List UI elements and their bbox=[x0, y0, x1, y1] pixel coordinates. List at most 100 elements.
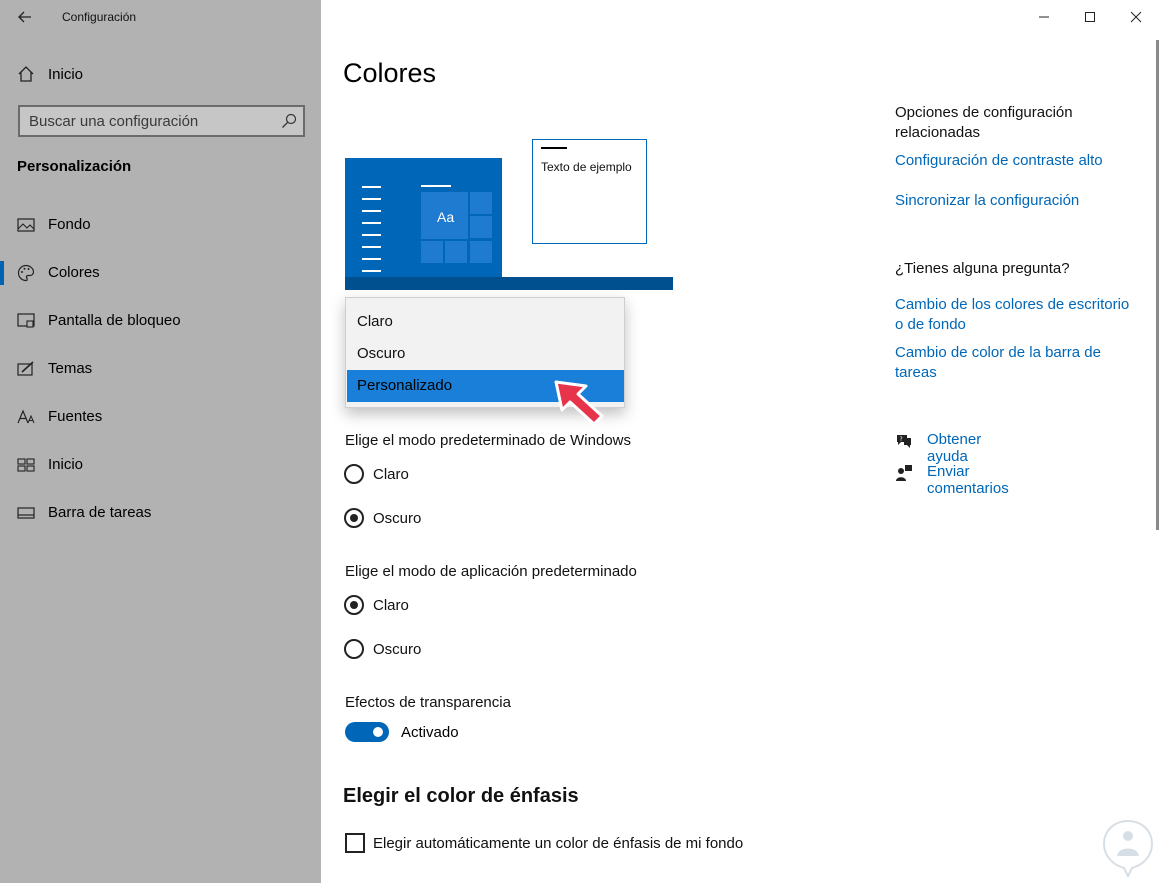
back-arrow-icon bbox=[18, 11, 31, 23]
preview-tile bbox=[470, 216, 492, 238]
radio-dot bbox=[350, 514, 358, 522]
search-icon[interactable] bbox=[281, 113, 297, 129]
picture-icon bbox=[17, 218, 35, 232]
taskbar-icon bbox=[17, 507, 35, 519]
preview-menu-line bbox=[362, 234, 381, 236]
windows-mode-claro-radio[interactable]: Claro bbox=[344, 462, 544, 486]
preview-menu-line bbox=[362, 186, 381, 188]
font-icon bbox=[17, 409, 35, 424]
minimize-button[interactable] bbox=[1021, 0, 1067, 34]
preview-menu-line bbox=[362, 258, 381, 260]
sidebar-item-barra-de-tareas[interactable]: Barra de tareas bbox=[0, 493, 321, 533]
radio-circle bbox=[344, 508, 364, 528]
radio-label: Oscuro bbox=[373, 510, 422, 527]
start-icon bbox=[17, 458, 35, 472]
transparency-toggle[interactable] bbox=[345, 722, 389, 742]
sidebar-home-label: Inicio bbox=[48, 66, 84, 83]
sidebar-item-label: Inicio bbox=[48, 456, 84, 473]
sidebar-item-inicio[interactable]: Inicio bbox=[0, 445, 321, 485]
selected-indicator bbox=[0, 261, 4, 285]
radio-label: Claro bbox=[373, 466, 409, 483]
maximize-icon bbox=[1085, 12, 1095, 22]
dropdown-option-claro[interactable]: Claro bbox=[347, 306, 624, 338]
preview-window: Texto de ejemplo bbox=[532, 139, 647, 244]
app-mode-label: Elige el modo de aplicación predetermina… bbox=[345, 563, 637, 580]
preview-taskbar bbox=[345, 277, 673, 290]
sidebar-item-colores[interactable]: Colores bbox=[0, 253, 321, 293]
help-chat-icon: ? bbox=[897, 435, 911, 448]
app-mode-oscuro-radio[interactable]: Oscuro bbox=[344, 637, 544, 661]
radio-circle bbox=[344, 464, 364, 484]
preview-tile-text: Aa bbox=[437, 209, 455, 225]
accent-heading: Elegir el color de énfasis bbox=[343, 785, 579, 807]
preview-menu-line bbox=[362, 270, 381, 272]
svg-text:?: ? bbox=[900, 436, 903, 443]
home-icon bbox=[18, 66, 34, 82]
radio-circle bbox=[344, 639, 364, 659]
sidebar-item-fuentes[interactable]: Fuentes bbox=[0, 397, 321, 437]
preview-tile bbox=[421, 241, 443, 263]
app-title: Configuración bbox=[62, 10, 137, 24]
dropdown-option-oscuro[interactable]: Oscuro bbox=[347, 338, 624, 370]
sidebar-item-label: Pantalla de bloqueo bbox=[48, 312, 181, 329]
radio-label: Oscuro bbox=[373, 641, 422, 658]
preview-tile bbox=[445, 241, 467, 263]
pointer-cursor-icon bbox=[554, 380, 604, 426]
preview-menu-line bbox=[362, 198, 381, 200]
page-title: Colores bbox=[343, 58, 437, 88]
auto-accent-checkbox[interactable] bbox=[345, 833, 365, 853]
sidebar: Configuración Inicio Personalización Fon… bbox=[0, 0, 321, 883]
app-mode-claro-radio[interactable]: Claro bbox=[344, 593, 544, 617]
minimize-icon bbox=[1039, 16, 1049, 18]
link-sync-settings[interactable]: Sincronizar la configuración bbox=[895, 191, 1079, 211]
sidebar-home[interactable]: Inicio bbox=[0, 58, 321, 90]
maximize-button[interactable] bbox=[1067, 0, 1113, 34]
sidebar-item-label: Fondo bbox=[48, 216, 91, 233]
auto-accent-label: Elegir automáticamente un color de énfas… bbox=[373, 835, 744, 852]
transparency-state-label: Activado bbox=[401, 724, 459, 741]
preview-sample-text: Texto de ejemplo bbox=[541, 160, 632, 174]
watermark-logo-icon bbox=[1102, 819, 1154, 878]
questions-heading: ¿Tienes alguna pregunta? bbox=[895, 260, 1070, 277]
close-icon bbox=[1130, 11, 1142, 23]
send-feedback-label: Enviar comentarios bbox=[927, 463, 1009, 497]
palette-icon bbox=[17, 264, 35, 282]
preview-window-bar bbox=[541, 147, 567, 149]
radio-circle bbox=[344, 595, 364, 615]
toggle-knob bbox=[373, 727, 383, 737]
preview-tile: Aa bbox=[421, 192, 468, 239]
sidebar-item-fondo[interactable]: Fondo bbox=[0, 205, 321, 245]
link-desktop-colors[interactable]: Cambio de los colores de escritorio o de… bbox=[895, 295, 1135, 335]
color-preview: Aa Texto de ejemplo bbox=[345, 139, 673, 291]
get-help-label: Obtener ayuda bbox=[927, 431, 982, 465]
link-taskbar-color[interactable]: Cambio de color de la barra de tareas bbox=[895, 343, 1115, 383]
preview-tile bbox=[470, 192, 492, 214]
preview-menu-line bbox=[362, 246, 381, 248]
sidebar-item-temas[interactable]: Temas bbox=[0, 349, 321, 389]
search-box[interactable] bbox=[18, 105, 305, 137]
link-high-contrast[interactable]: Configuración de contraste alto bbox=[895, 151, 1103, 171]
radio-dot bbox=[350, 601, 358, 609]
back-button[interactable] bbox=[10, 4, 40, 30]
close-button[interactable] bbox=[1113, 0, 1159, 34]
sidebar-item-pantalla-de-bloqueo[interactable]: Pantalla de bloqueo bbox=[0, 301, 321, 341]
sidebar-item-label: Temas bbox=[48, 360, 93, 377]
preview-tiles-line bbox=[421, 185, 451, 187]
preview-menu-line bbox=[362, 222, 381, 224]
preview-tiles: Aa bbox=[421, 192, 497, 278]
sidebar-item-label: Colores bbox=[48, 264, 100, 281]
windows-mode-oscuro-radio[interactable]: Oscuro bbox=[344, 506, 544, 530]
windows-mode-label: Elige el modo predeterminado de Windows bbox=[345, 432, 631, 449]
sidebar-item-label: Fuentes bbox=[48, 408, 103, 425]
scrollbar[interactable] bbox=[1156, 40, 1159, 530]
sidebar-item-label: Barra de tareas bbox=[48, 504, 152, 521]
preview-tile bbox=[470, 241, 492, 263]
related-heading: Opciones de configuración relacionadas bbox=[895, 104, 1073, 141]
feedback-icon bbox=[896, 465, 912, 481]
section-title: Personalización bbox=[17, 158, 132, 175]
search-input[interactable] bbox=[20, 107, 270, 135]
radio-label: Claro bbox=[373, 597, 409, 614]
brush-icon bbox=[17, 361, 34, 376]
transparency-label: Efectos de transparencia bbox=[345, 694, 511, 711]
preview-menu-line bbox=[362, 210, 381, 212]
